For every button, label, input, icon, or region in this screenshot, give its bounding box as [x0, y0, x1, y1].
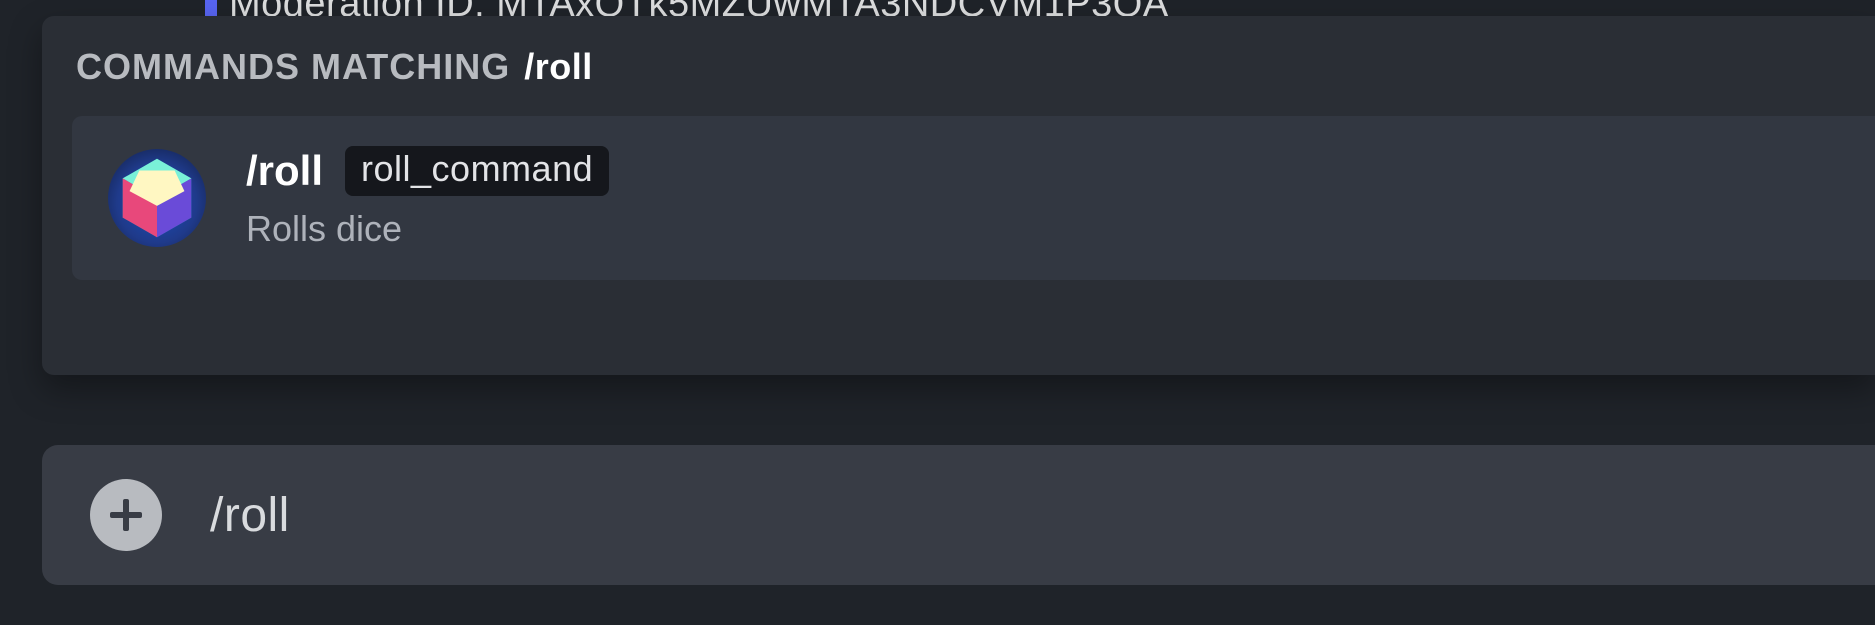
message-input[interactable]: [210, 488, 1875, 543]
popover-header-label: COMMANDS MATCHING: [76, 46, 510, 88]
plus-icon: [106, 495, 146, 535]
command-top: /roll roll_command: [246, 146, 609, 196]
message-input-bar: [42, 445, 1875, 585]
bot-avatar: [108, 149, 206, 247]
command-description: Rolls dice: [246, 208, 609, 250]
command-item-roll[interactable]: /roll roll_command Rolls dice: [72, 116, 1875, 280]
popover-header: COMMANDS MATCHING /roll: [72, 46, 1875, 88]
cube-icon: [108, 149, 206, 247]
command-name: /roll: [246, 147, 323, 195]
command-argument-chip[interactable]: roll_command: [345, 146, 609, 196]
slash-command-popover: COMMANDS MATCHING /roll /roll roll_comma…: [42, 16, 1875, 375]
command-text: /roll roll_command Rolls dice: [246, 146, 609, 250]
popover-header-query: /roll: [524, 46, 593, 88]
attach-button[interactable]: [90, 479, 162, 551]
